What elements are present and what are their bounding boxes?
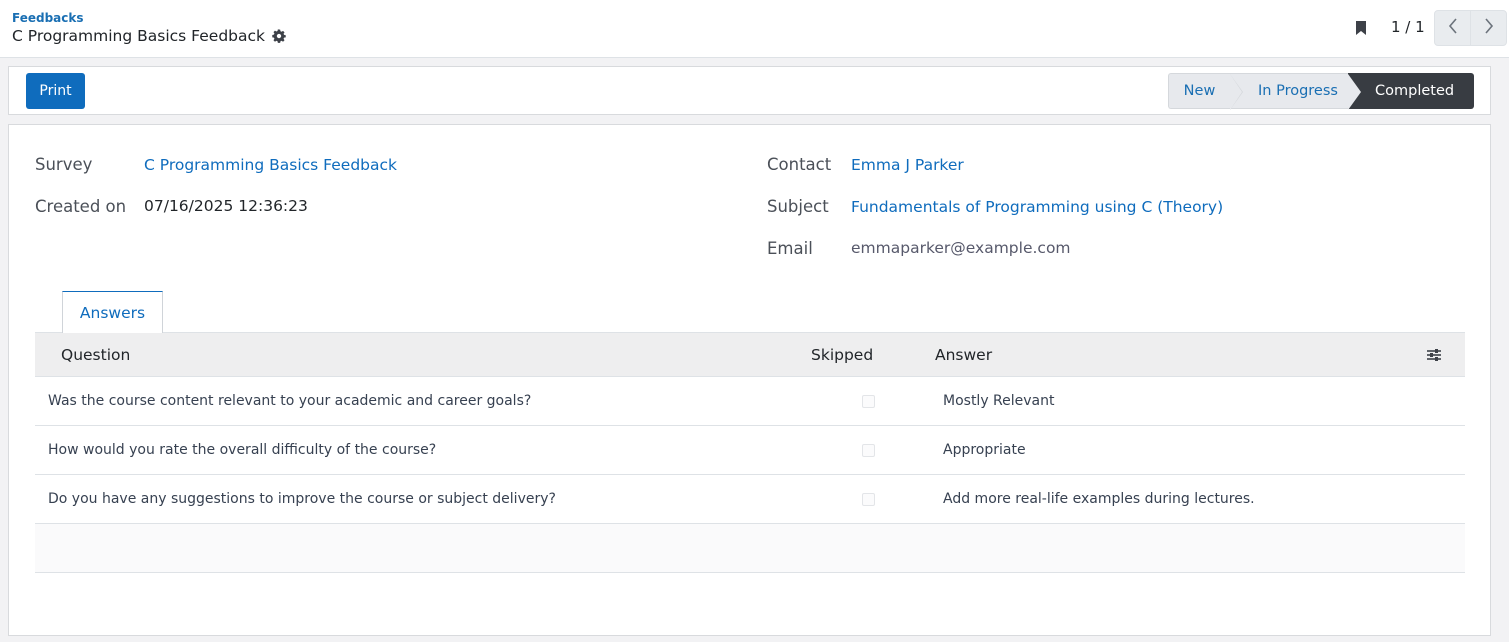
skipped-cell xyxy=(811,425,925,475)
email-label: Email xyxy=(767,239,813,258)
row-spacer-cell xyxy=(1425,474,1465,524)
row-spacer-cell xyxy=(1425,425,1465,475)
tab-answers-label: Answers xyxy=(79,303,146,322)
question-cell[interactable]: Do you have any suggestions to improve t… xyxy=(35,474,811,524)
stage-in-progress-label: In Progress xyxy=(1258,83,1338,99)
survey-link[interactable]: C Programming Basics Feedback xyxy=(144,156,397,174)
pager-previous-button[interactable] xyxy=(1434,10,1471,46)
column-options-cell xyxy=(1425,332,1465,377)
answers-table: Question Skipped Answer Was the course c… xyxy=(35,332,1465,573)
subject-label: Subject xyxy=(767,197,829,216)
chevron-left-icon xyxy=(1448,18,1458,38)
skipped-checkbox xyxy=(861,492,875,506)
empty-row xyxy=(35,523,1465,573)
column-header-question[interactable]: Question xyxy=(35,332,811,377)
stage-selector: New In Progress Completed xyxy=(1168,73,1474,110)
empty-cell xyxy=(1425,523,1465,573)
skipped-checkbox xyxy=(861,443,875,457)
empty-cell xyxy=(811,523,925,573)
answer-cell[interactable]: Appropriate xyxy=(925,425,1425,475)
form-sheet: Survey C Programming Basics Feedback Cre… xyxy=(8,124,1491,636)
email-value[interactable]: emmaparker@example.com xyxy=(851,239,1071,257)
table-header-row: Question Skipped Answer xyxy=(35,332,1465,377)
subject-link[interactable]: Fundamentals of Programming using C (The… xyxy=(851,198,1223,216)
answer-cell[interactable]: Add more real-life examples during lectu… xyxy=(925,474,1425,524)
control-panel: Feedbacks C Programming Basics Feedback … xyxy=(0,0,1509,58)
print-button[interactable]: Print xyxy=(26,73,85,109)
table-row[interactable]: Do you have any suggestions to improve t… xyxy=(35,474,1465,524)
pager-value[interactable]: 1 / 1 xyxy=(1391,18,1425,36)
column-header-answer[interactable]: Answer xyxy=(925,332,1425,377)
page-title-group: C Programming Basics Feedback xyxy=(12,27,286,45)
stage-new-label: New xyxy=(1183,83,1216,99)
skipped-checkbox xyxy=(861,394,875,408)
stage-completed-label: Completed xyxy=(1375,83,1455,99)
contact-label: Contact xyxy=(767,155,832,174)
page-title: C Programming Basics Feedback xyxy=(12,27,265,45)
row-spacer-cell xyxy=(1425,376,1465,426)
table-row[interactable]: Was the course content relevant to your … xyxy=(35,376,1465,426)
stage-separator-fill xyxy=(1230,74,1242,110)
question-cell[interactable]: How would you rate the overall difficult… xyxy=(35,425,811,475)
gear-icon[interactable] xyxy=(272,29,286,43)
contact-link[interactable]: Emma J Parker xyxy=(851,156,964,174)
pager-next-button[interactable] xyxy=(1470,10,1507,46)
form-statusbar: Print New In Progress Completed xyxy=(8,66,1491,115)
skipped-cell xyxy=(811,376,925,426)
column-header-skipped[interactable]: Skipped xyxy=(811,332,925,377)
empty-cell xyxy=(925,523,1425,573)
empty-cell xyxy=(35,523,811,573)
skipped-cell xyxy=(811,474,925,524)
sliders-icon[interactable] xyxy=(1425,347,1443,363)
stage-completed[interactable]: Completed xyxy=(1348,73,1474,109)
tab-answers[interactable]: Answers xyxy=(62,291,163,333)
question-cell[interactable]: Was the course content relevant to your … xyxy=(35,376,811,426)
created-on-label: Created on xyxy=(35,197,127,216)
bookmark-icon[interactable] xyxy=(1354,20,1368,36)
table-row[interactable]: How would you rate the overall difficult… xyxy=(35,425,1465,475)
created-on-value: 07/16/2025 12:36:23 xyxy=(144,197,308,215)
survey-label: Survey xyxy=(35,155,93,174)
chevron-right-icon xyxy=(1484,18,1494,38)
stage-separator xyxy=(1348,74,1361,110)
answer-cell[interactable]: Mostly Relevant xyxy=(925,376,1425,426)
stage-in-progress[interactable]: In Progress xyxy=(1230,73,1361,110)
stage-new[interactable]: New xyxy=(1168,73,1243,110)
breadcrumb-feedbacks[interactable]: Feedbacks xyxy=(12,11,84,25)
